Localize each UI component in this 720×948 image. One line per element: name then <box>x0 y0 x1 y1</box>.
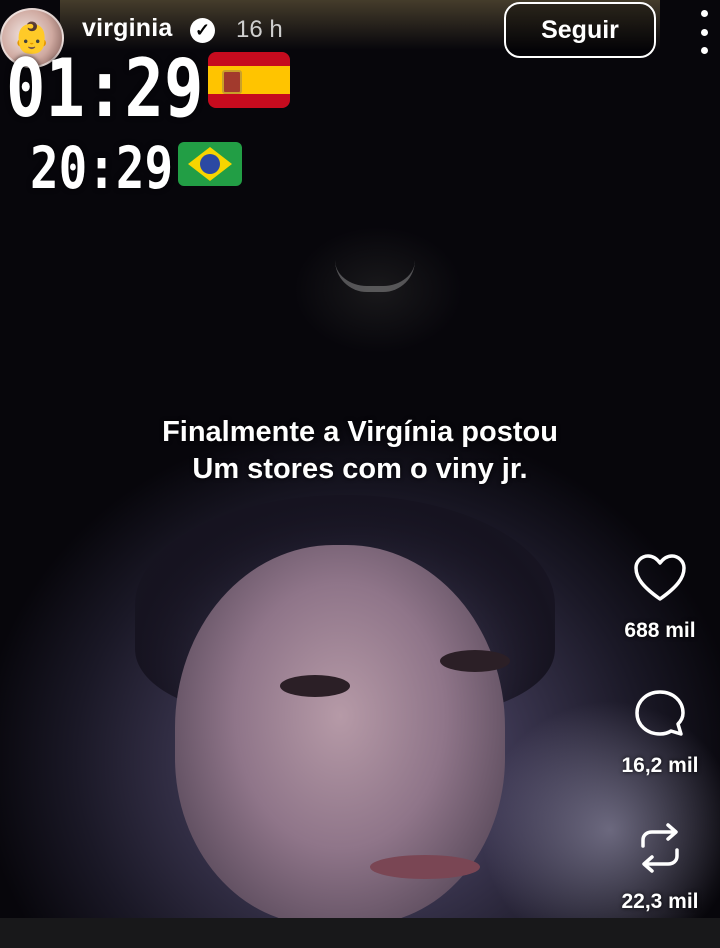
bottom-bar <box>0 918 720 948</box>
left-eye <box>280 675 350 697</box>
brazil-flag-icon <box>178 142 242 186</box>
comment-count: 16,2 mil <box>621 754 699 777</box>
right-eye <box>440 650 510 672</box>
like-count: 688 mil <box>624 619 696 642</box>
dark-figure <box>325 245 425 305</box>
spain-time: 01:29 <box>6 42 204 135</box>
comment-bubble-icon[interactable] <box>633 688 687 738</box>
like-action[interactable]: 688 mil <box>600 553 720 643</box>
caption-line-1: Finalmente a Virgínia postou <box>162 416 558 448</box>
more-vertical-icon[interactable] <box>694 10 714 54</box>
verified-check-icon: ✓ <box>190 18 215 43</box>
spain-flag-icon <box>208 52 290 108</box>
repost-count: 22,3 mil <box>621 890 699 913</box>
repost-icon[interactable] <box>633 822 687 874</box>
repost-action[interactable]: 22,3 mil <box>600 822 720 914</box>
heart-icon[interactable] <box>633 553 687 603</box>
comment-action[interactable]: 16,2 mil <box>600 688 720 778</box>
follow-button[interactable]: Seguir <box>504 2 656 58</box>
caption-line-2: Um stores com o viny jr. <box>192 453 528 485</box>
mouth <box>370 855 480 879</box>
caption: Finalmente a Virgínia postou Um stores c… <box>80 414 640 488</box>
brazil-time: 20:29 <box>30 134 174 202</box>
post-time: 16 h <box>236 16 283 43</box>
username[interactable]: virginia <box>82 14 173 43</box>
